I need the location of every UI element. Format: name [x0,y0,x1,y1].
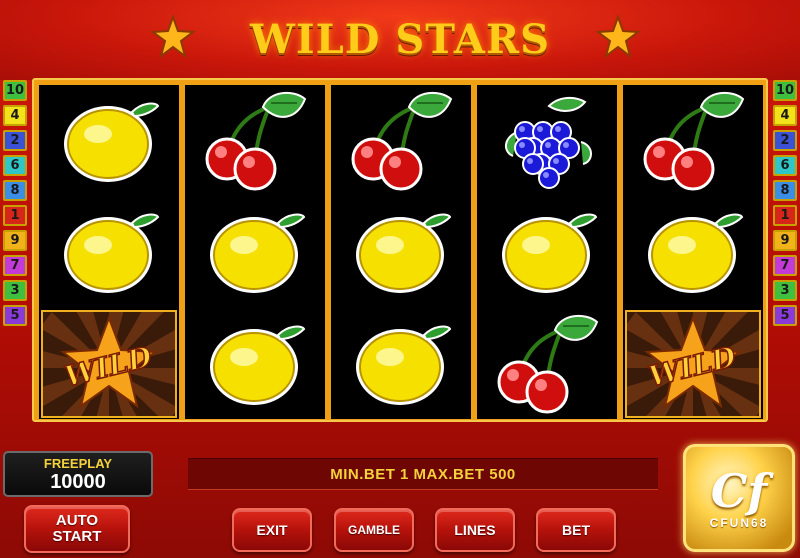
freeplay-label: FREEPLAY [43,456,113,471]
payline-indicator: 10 [773,80,797,101]
payline-indicator: 3 [3,280,27,301]
payline-indicator: 5 [773,305,797,326]
payline-indicator: 4 [3,105,27,126]
lemon-symbol [623,197,763,308]
wild-symbol: WILD [623,308,763,419]
payline-indicator: 10 [3,80,27,101]
payline-indicator: 2 [3,130,27,151]
payline-indicator: 8 [773,180,797,201]
auto-start-label-line1: AUTO [55,512,99,529]
logo-name: CFUN68 [709,516,769,530]
auto-start-label-line2: START [52,528,102,545]
cherry-symbol [477,308,617,419]
lemon-symbol [39,85,179,196]
bet-button[interactable]: BET [536,508,616,552]
payline-indicator: 6 [3,155,27,176]
lemon-symbol [185,308,325,419]
payline-indicator: 4 [773,105,797,126]
payline-indicator: 6 [773,155,797,176]
reel: WILD [623,85,763,419]
cherry-symbol [185,85,325,196]
cherry-symbol [623,85,763,196]
reel [477,85,617,419]
payline-indicator: 7 [3,255,27,276]
cherry-symbol [331,85,471,196]
payline-indicator: 9 [773,230,797,251]
reels-area: WILD WILD [32,78,768,422]
payline-indicator: 3 [773,280,797,301]
reel [331,85,471,419]
freeplay-display: FREEPLAY 10000 [3,451,153,497]
star-icon [595,14,641,59]
game-title: WILD STARS [250,16,550,63]
wild-symbol: WILD [39,308,179,419]
lemon-symbol [331,308,471,419]
lemon-symbol [185,197,325,308]
payline-indicator: 1 [773,205,797,226]
brand-logo: Cf CFUN68 [683,444,795,552]
lemon-symbol [331,197,471,308]
grapes-symbol [477,85,617,196]
payline-indicator: 7 [773,255,797,276]
payline-indicator: 5 [3,305,27,326]
freeplay-value: 10000 [50,471,106,493]
reel: WILD [39,85,179,419]
lemon-symbol [477,197,617,308]
exit-button[interactable]: EXIT [232,508,312,552]
logo-mark: Cf [710,464,768,518]
gamble-button[interactable]: GAMBLE [334,508,414,552]
payline-indicator: 8 [3,180,27,201]
reel [185,85,325,419]
bet-info-bar: MIN.BET 1 MAX.BET 500 [188,458,658,490]
lines-button[interactable]: LINES [435,508,515,552]
paylines-left: 10 4 2 6 8 1 9 7 3 5 [3,80,27,330]
payline-indicator: 2 [773,130,797,151]
lemon-symbol [39,197,179,308]
paylines-right: 10 4 2 6 8 1 9 7 3 5 [773,80,797,330]
payline-indicator: 1 [3,205,27,226]
payline-indicator: 9 [3,230,27,251]
auto-start-button[interactable]: AUTO START [24,505,130,553]
